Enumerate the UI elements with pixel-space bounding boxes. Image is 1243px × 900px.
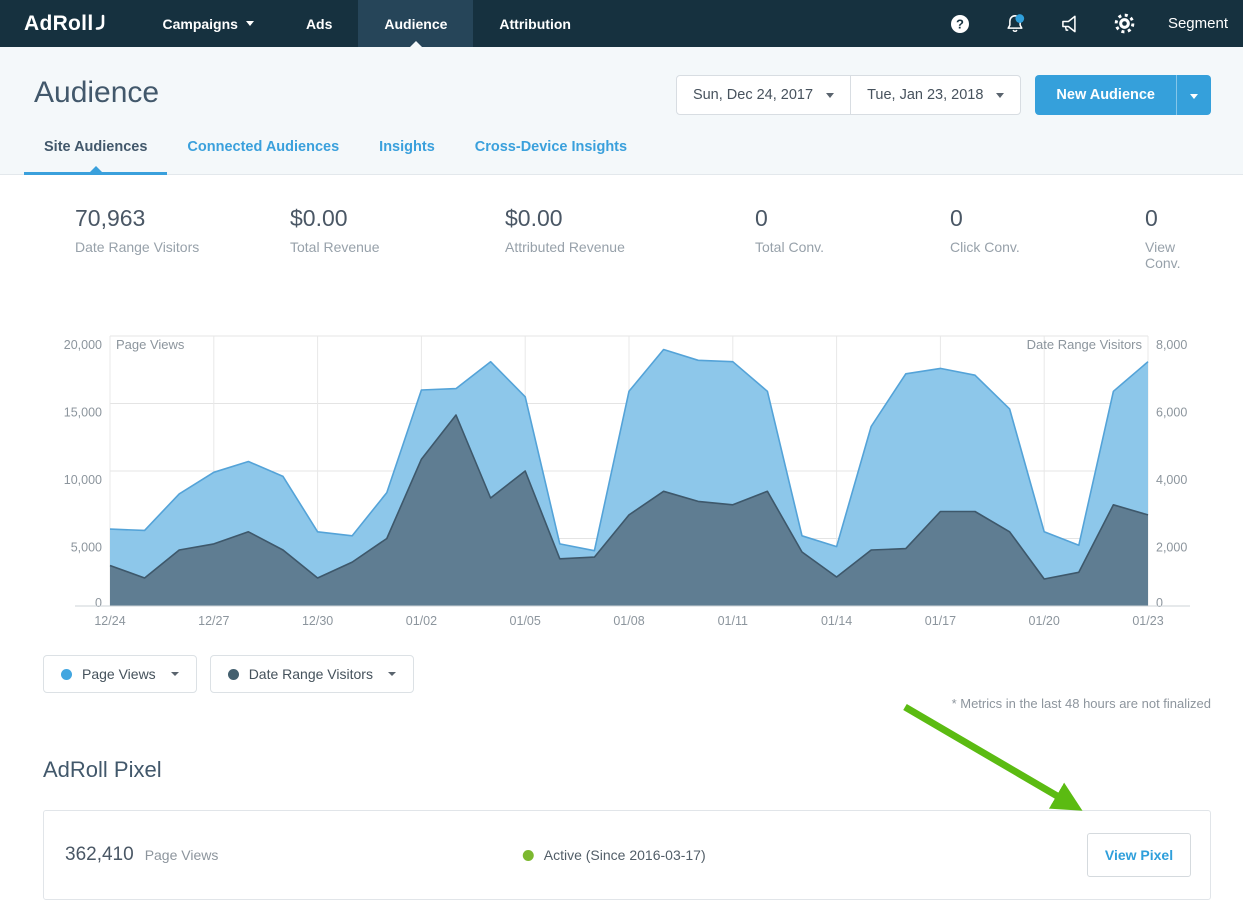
- legend-dot-icon: [228, 669, 239, 680]
- start-date-value: Sun, Dec 24, 2017: [693, 87, 813, 103]
- svg-text:01/02: 01/02: [406, 614, 437, 628]
- top-navbar: AdRoll CampaignsAdsAudienceAttribution ?: [0, 0, 1243, 47]
- stat-value: 0: [755, 205, 950, 231]
- stat-value: $0.00: [290, 205, 505, 231]
- chart-legend: Page Views Date Range Visitors: [43, 655, 1243, 693]
- stat-view-conv-: 0 View Conv.: [1145, 205, 1211, 271]
- svg-text:20,000: 20,000: [64, 338, 102, 352]
- svg-text:6,000: 6,000: [1156, 406, 1187, 420]
- notification-badge: [1015, 14, 1024, 23]
- pixel-section-title: AdRoll Pixel: [43, 756, 1243, 784]
- svg-text:15,000: 15,000: [64, 406, 102, 420]
- svg-text:Date Range Visitors: Date Range Visitors: [1027, 337, 1143, 352]
- svg-text:Page Views: Page Views: [116, 337, 185, 352]
- app-root: AdRoll CampaignsAdsAudienceAttribution ?: [0, 0, 1243, 900]
- legend-label: Page Views: [82, 666, 156, 682]
- end-date-value: Tue, Jan 23, 2018: [867, 87, 983, 103]
- svg-text:01/11: 01/11: [718, 614, 748, 628]
- nav-item-audience[interactable]: Audience: [358, 0, 473, 47]
- pixel-card: 362,410 Page Views Active (Since 2016-03…: [43, 810, 1211, 900]
- status-dot-icon: [523, 850, 534, 861]
- svg-text:?: ?: [956, 16, 964, 31]
- nav-item-campaigns[interactable]: Campaigns: [136, 0, 279, 47]
- svg-text:0: 0: [95, 596, 102, 610]
- stat-click-conv-: 0 Click Conv.: [950, 205, 1145, 271]
- stat-label: View Conv.: [1145, 239, 1211, 271]
- stat-value: 0: [950, 205, 1145, 231]
- pixel-status-text: Active (Since 2016-03-17): [544, 847, 706, 863]
- svg-text:0: 0: [1156, 596, 1163, 610]
- page-header: Audience Sun, Dec 24, 2017 Tue, Jan 23, …: [0, 47, 1243, 175]
- pixel-status: Active (Since 2016-03-17): [523, 847, 706, 863]
- section-tabs: Site AudiencesConnected AudiencesInsight…: [24, 137, 1211, 174]
- traffic-chart-svg: 0 0 5,000 2,000 10,000 4,000 15,000 6,000 20,000…: [30, 329, 1213, 639]
- legend-dot-icon: [61, 669, 72, 680]
- caret-down-icon: [1190, 94, 1198, 99]
- svg-text:4,000: 4,000: [1156, 473, 1187, 487]
- tab-insights[interactable]: Insights: [359, 137, 455, 174]
- pixel-page-views-label: Page Views: [145, 847, 219, 863]
- stat-value: $0.00: [505, 205, 755, 231]
- navbar-right: ?: [948, 0, 1243, 47]
- svg-text:01/08: 01/08: [613, 614, 644, 628]
- new-audience-button[interactable]: New Audience: [1035, 75, 1176, 115]
- svg-text:01/20: 01/20: [1029, 614, 1060, 628]
- legend-button-date-range-visitors[interactable]: Date Range Visitors: [210, 655, 414, 693]
- traffic-chart: 0 0 5,000 2,000 10,000 4,000 15,000 6,000 20,000…: [30, 329, 1243, 639]
- svg-text:12/30: 12/30: [302, 614, 333, 628]
- caret-down-icon: [996, 93, 1004, 98]
- account-menu[interactable]: Segment: [1168, 15, 1228, 32]
- caret-down-icon: [171, 672, 179, 676]
- svg-text:01/14: 01/14: [821, 614, 852, 628]
- settings-gear-icon[interactable]: [1113, 12, 1137, 36]
- pixel-page-views-value: 362,410: [65, 844, 134, 866]
- metrics-note: * Metrics in the last 48 hours are not f…: [0, 696, 1211, 712]
- nav-item-attribution[interactable]: Attribution: [473, 0, 597, 47]
- svg-text:8,000: 8,000: [1156, 338, 1187, 352]
- header-controls: Sun, Dec 24, 2017 Tue, Jan 23, 2018 New …: [676, 75, 1211, 115]
- tab-site-audiences[interactable]: Site Audiences: [24, 137, 167, 174]
- stat-date-range-visitors: 70,963 Date Range Visitors: [75, 205, 290, 271]
- adroll-logo[interactable]: AdRoll: [0, 0, 136, 47]
- nav-item-ads[interactable]: Ads: [280, 0, 358, 47]
- caret-down-icon: [246, 21, 254, 26]
- end-date-select[interactable]: Tue, Jan 23, 2018: [850, 75, 1021, 115]
- page-title: Audience: [34, 75, 159, 111]
- stat-value: 70,963: [75, 205, 290, 231]
- svg-text:01/23: 01/23: [1132, 614, 1163, 628]
- stat-value: 0: [1145, 205, 1211, 231]
- stat-label: Date Range Visitors: [75, 239, 290, 255]
- new-audience-button-group: New Audience: [1035, 75, 1211, 115]
- legend-label: Date Range Visitors: [249, 666, 373, 682]
- start-date-select[interactable]: Sun, Dec 24, 2017: [676, 75, 851, 115]
- adroll-logo-text: AdRoll: [24, 12, 93, 36]
- svg-text:2,000: 2,000: [1156, 541, 1187, 555]
- svg-text:01/17: 01/17: [925, 614, 956, 628]
- logo-curl-icon: [94, 13, 106, 32]
- summary-stats: 70,963Date Range Visitors$0.00Total Reve…: [0, 175, 1243, 271]
- svg-text:5,000: 5,000: [71, 541, 102, 555]
- svg-text:10,000: 10,000: [64, 473, 102, 487]
- svg-text:01/05: 01/05: [510, 614, 541, 628]
- tab-connected-audiences[interactable]: Connected Audiences: [167, 137, 359, 174]
- stat-total-conv-: 0 Total Conv.: [755, 205, 950, 271]
- stat-label: Click Conv.: [950, 239, 1145, 255]
- notifications-bell-icon[interactable]: [1003, 12, 1027, 36]
- stat-label: Attributed Revenue: [505, 239, 755, 255]
- primary-nav: CampaignsAdsAudienceAttribution: [136, 0, 596, 47]
- help-icon[interactable]: ?: [948, 12, 972, 36]
- caret-down-icon: [388, 672, 396, 676]
- caret-down-icon: [826, 93, 834, 98]
- stat-label: Total Revenue: [290, 239, 505, 255]
- tab-cross-device-insights[interactable]: Cross-Device Insights: [455, 137, 647, 174]
- stat-label: Total Conv.: [755, 239, 950, 255]
- announcements-megaphone-icon[interactable]: [1058, 12, 1082, 36]
- stat-total-revenue: $0.00 Total Revenue: [290, 205, 505, 271]
- svg-text:12/24: 12/24: [94, 614, 125, 628]
- stat-attributed-revenue: $0.00 Attributed Revenue: [505, 205, 755, 271]
- new-audience-dropdown-button[interactable]: [1176, 75, 1211, 115]
- svg-text:12/27: 12/27: [198, 614, 229, 628]
- view-pixel-button[interactable]: View Pixel: [1087, 833, 1191, 877]
- legend-button-page-views[interactable]: Page Views: [43, 655, 197, 693]
